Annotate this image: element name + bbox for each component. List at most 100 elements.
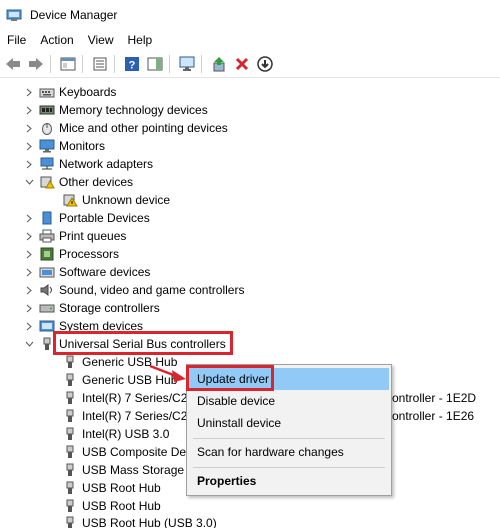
tree-item-label: Intel(R) 7 Series/C216 Chipset Family US… <box>82 409 186 423</box>
uninstall-device-item[interactable]: Uninstall device <box>189 412 389 434</box>
properties-pane-icon[interactable] <box>58 54 78 74</box>
toolbar-separator <box>201 54 202 73</box>
chevron-right-icon[interactable] <box>24 317 34 335</box>
annotation-highlight-update <box>186 365 274 391</box>
tree-item-mice[interactable]: Mice and other pointing devices <box>24 119 228 137</box>
tree-item-label: USB Root Hub (USB 3.0) <box>82 516 217 528</box>
usb-plug-icon <box>66 445 74 458</box>
tree-item-intel-usb-1e2d[interactable]: Intel(R) 7 Series/C216 Chipset Family US… <box>62 389 186 407</box>
menu-bar: File Action View Help <box>0 30 500 50</box>
chevron-right-icon[interactable] <box>24 209 34 227</box>
memory-icon <box>39 105 55 115</box>
chevron-right-icon[interactable] <box>24 281 34 299</box>
tree-item-label: Storage controllers <box>59 301 160 315</box>
disable-device-item[interactable]: Disable device <box>189 390 389 412</box>
tree-item-label: USB Root Hub <box>82 499 161 513</box>
scan-hardware-item[interactable]: Scan for hardware changes <box>189 441 389 463</box>
tree-item-portable[interactable]: Portable Devices <box>24 209 150 227</box>
tree-item-label: Other devices <box>59 175 134 189</box>
tree-item-intel-usb3[interactable]: Intel(R) USB 3.0 <box>62 425 186 443</box>
tree-item-unknown-device[interactable]: Unknown device <box>62 191 170 209</box>
tree-item-memory[interactable]: Memory technology devices <box>24 101 208 119</box>
chevron-right-icon[interactable] <box>24 119 34 137</box>
menu-file[interactable]: File <box>0 30 33 50</box>
usb-plug-icon <box>66 481 74 494</box>
tree-item-network[interactable]: Network adapters <box>24 155 153 173</box>
context-separator <box>193 438 385 439</box>
tree-item-other-devices[interactable]: Other devices <box>24 173 133 191</box>
update-driver-icon[interactable] <box>209 54 229 74</box>
tree-item-print-queues[interactable]: Print queues <box>24 227 126 245</box>
properties-item[interactable]: Properties <box>189 470 389 492</box>
chevron-right-icon[interactable] <box>24 83 34 101</box>
tree-item-usb-composite[interactable]: USB Composite Device <box>62 443 186 461</box>
printer-icon <box>39 229 55 243</box>
menu-help[interactable]: Help <box>121 30 160 50</box>
tree-item-label: USB Composite Device <box>82 445 186 459</box>
help-icon[interactable]: ? <box>122 54 142 74</box>
title-bar: Device Manager <box>0 0 500 30</box>
storage-icon <box>39 304 55 313</box>
tree-item-usb-root-hub-3[interactable]: USB Root Hub (USB 3.0) <box>62 514 217 528</box>
network-icon <box>40 157 54 170</box>
disable-down-icon[interactable] <box>255 54 275 74</box>
tree-item-sound[interactable]: Sound, video and game controllers <box>24 281 244 299</box>
warning-device-icon <box>63 194 78 207</box>
action-pane-icon[interactable] <box>145 54 165 74</box>
software-icon <box>39 267 55 278</box>
tree-item-processors[interactable]: Processors <box>24 245 119 263</box>
toolbar-separator <box>169 54 170 73</box>
chevron-right-icon[interactable] <box>24 101 34 119</box>
tree-item-label: Unknown device <box>82 193 171 207</box>
chevron-right-icon[interactable] <box>24 245 34 263</box>
processor-icon <box>40 247 54 261</box>
usb-plug-icon <box>66 373 74 386</box>
tree-item-label: USB Root Hub <box>82 481 161 495</box>
chevron-right-icon[interactable] <box>24 155 34 173</box>
back-arrow-icon[interactable] <box>3 54 23 74</box>
tree-item-intel-usb-1e26[interactable]: Intel(R) 7 Series/C216 Chipset Family US… <box>62 407 186 425</box>
chevron-right-icon[interactable] <box>24 299 34 317</box>
tree-item-label: Generic USB Hub <box>82 355 178 369</box>
tree-item-label-tail: ontroller - 1E2D <box>392 391 477 405</box>
tree-item-software[interactable]: Software devices <box>24 263 150 281</box>
chevron-down-icon[interactable] <box>24 335 34 353</box>
usb-plug-icon <box>66 355 74 368</box>
uninstall-x-icon[interactable] <box>232 54 252 74</box>
tree-item-storage[interactable]: Storage controllers <box>24 299 160 317</box>
chevron-down-icon[interactable] <box>24 173 34 191</box>
sound-icon <box>40 284 52 296</box>
tree-item-usb-root-hub[interactable]: USB Root Hub <box>62 479 161 497</box>
tree-item-label: USB Mass Storage <box>82 463 185 477</box>
forward-arrow-icon[interactable] <box>26 54 46 74</box>
portable-icon <box>42 211 52 225</box>
monitor-icon <box>39 139 55 153</box>
scan-monitor-icon[interactable] <box>177 54 197 74</box>
tree-item-tail-1e2d: ontroller - 1E2D <box>392 389 476 407</box>
tree-item-generic-usb-hub[interactable]: Generic USB Hub <box>62 353 177 371</box>
usb-plug-icon <box>66 409 74 422</box>
toolbar-separator <box>50 54 51 73</box>
menu-action[interactable]: Action <box>33 30 80 50</box>
annotation-highlight-usb <box>53 331 233 355</box>
svg-text:?: ? <box>129 59 136 71</box>
tree-item-label: Portable Devices <box>59 211 150 225</box>
menu-view[interactable]: View <box>81 30 121 50</box>
tree-item-monitors[interactable]: Monitors <box>24 137 105 155</box>
tree-item-generic-usb-hub-2[interactable]: Generic USB Hub <box>62 371 186 389</box>
keyboard-icon <box>39 88 55 98</box>
usb-plug-icon <box>66 427 74 440</box>
toolbar-separator <box>82 54 83 73</box>
device-manager-icon <box>6 9 22 21</box>
chevron-right-icon[interactable] <box>24 227 34 245</box>
list-icon[interactable] <box>90 54 110 74</box>
chevron-right-icon[interactable] <box>24 137 34 155</box>
tree-item-keyboards[interactable]: Keyboards <box>24 83 116 101</box>
tree-item-label: Processors <box>59 247 120 261</box>
usb-plug-icon <box>66 463 74 476</box>
tree-item-usb-mass-storage[interactable]: USB Mass Storage <box>62 461 186 479</box>
chevron-right-icon[interactable] <box>24 263 34 281</box>
usb-plug-icon <box>66 516 74 528</box>
tree-item-usb-root-hub-2[interactable]: USB Root Hub <box>62 497 161 515</box>
tree-item-label: Intel(R) USB 3.0 <box>82 427 170 441</box>
